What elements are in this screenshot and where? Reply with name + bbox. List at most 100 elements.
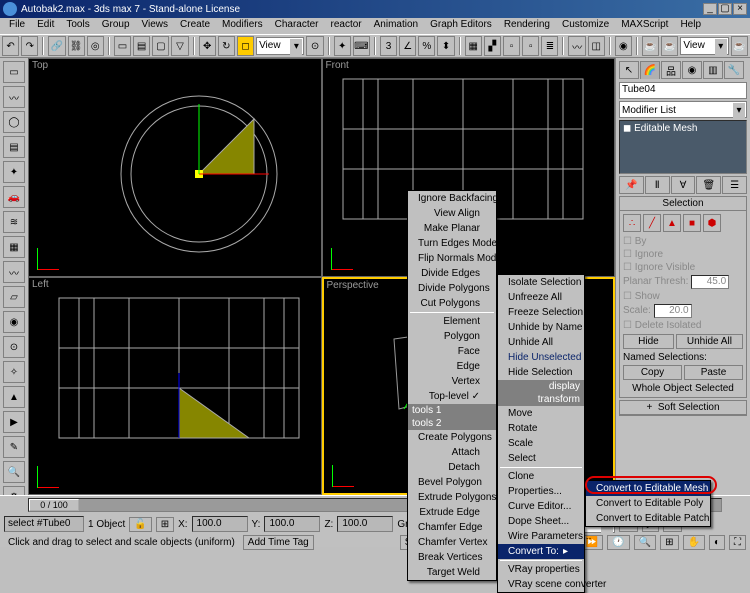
unhide-all-button[interactable]: Unhide All bbox=[676, 334, 743, 349]
menu-help[interactable]: Help bbox=[675, 18, 706, 34]
planar-thresh-field[interactable]: 45.0 bbox=[691, 275, 729, 289]
cb-ignore-visible[interactable]: ☐ Ignore Visible bbox=[623, 262, 743, 273]
array-button[interactable]: ▫ bbox=[522, 36, 539, 56]
reactor-create-icon[interactable]: ✎ bbox=[3, 436, 25, 458]
move-button[interactable]: ✥ bbox=[199, 36, 216, 56]
mi-flip-normals[interactable]: Flip Normals Mode bbox=[408, 251, 496, 266]
layer-button[interactable]: ≣ bbox=[541, 36, 558, 56]
reactor-wind-icon[interactable]: ≋ bbox=[3, 211, 25, 233]
viewport-left[interactable]: Left bbox=[28, 277, 322, 496]
mi-select[interactable]: Select bbox=[498, 451, 584, 466]
mi-scale[interactable]: Scale bbox=[498, 436, 584, 451]
scale-button[interactable]: ◻ bbox=[237, 36, 254, 56]
reactor-dash-icon[interactable]: ⊙ bbox=[3, 336, 25, 358]
mi-isolate[interactable]: Isolate Selection bbox=[498, 275, 584, 290]
link-button[interactable]: 🔗 bbox=[48, 36, 65, 56]
mi-unfreeze-all[interactable]: Unfreeze All bbox=[498, 290, 584, 305]
remove-modifier-button[interactable]: 🗑 bbox=[696, 176, 721, 194]
mi-turn-edges[interactable]: Turn Edges Mode bbox=[408, 236, 496, 251]
mi-detach[interactable]: Detach bbox=[408, 460, 496, 475]
mi-so-element[interactable]: Element bbox=[408, 314, 496, 329]
vp-pan-icon[interactable]: ✋ bbox=[683, 535, 705, 550]
reactor-preview-icon[interactable]: ▶ bbox=[3, 411, 25, 433]
mi-vray-properties[interactable]: VRay properties bbox=[498, 562, 584, 577]
mi-bevel-polygon[interactable]: Bevel Polygon bbox=[408, 475, 496, 490]
lock-selection-button[interactable]: 🔓 bbox=[129, 517, 151, 532]
snap-button[interactable]: 3 bbox=[380, 36, 397, 56]
close-button[interactable]: × bbox=[733, 3, 747, 15]
vp-arc-rotate-icon[interactable]: ◐ bbox=[709, 535, 725, 550]
tab-create-icon[interactable]: ↖ bbox=[619, 61, 639, 79]
so-element-icon[interactable]: ⬢ bbox=[703, 214, 721, 232]
time-slider-thumb[interactable]: 0 / 100 bbox=[29, 499, 79, 511]
select-name-button[interactable]: ▤ bbox=[133, 36, 150, 56]
mi-hide-unselected[interactable]: Hide Unselected bbox=[498, 350, 584, 365]
reactor-plane-icon[interactable]: ▱ bbox=[3, 286, 25, 308]
mi-convert-editable-patch[interactable]: Convert to Editable Patch bbox=[586, 511, 710, 526]
filter-button[interactable]: ▽ bbox=[171, 36, 188, 56]
bind-button[interactable]: ◎ bbox=[87, 36, 104, 56]
reactor-box-icon[interactable]: ▭ bbox=[3, 61, 25, 83]
keyboard-button[interactable]: ⌨ bbox=[353, 36, 370, 56]
tab-modify-icon[interactable]: 🌈 bbox=[640, 61, 660, 79]
center-button[interactable]: ⊙ bbox=[306, 36, 323, 56]
menu-modifiers[interactable]: Modifiers bbox=[217, 18, 268, 34]
tab-utilities-icon[interactable]: 🔧 bbox=[724, 61, 744, 79]
percent-snap-button[interactable]: % bbox=[418, 36, 435, 56]
mi-vray-scene-converter[interactable]: VRay scene converter bbox=[498, 577, 584, 592]
object-name-field[interactable]: Tube04 bbox=[619, 82, 747, 99]
stack-item-editable-mesh[interactable]: ◼ Editable Mesh bbox=[623, 123, 743, 134]
so-polygon-icon[interactable]: ■ bbox=[683, 214, 701, 232]
show-end-result-button[interactable]: Ⅱ bbox=[645, 176, 670, 194]
mi-so-toplevel[interactable]: Top-level ✓ bbox=[408, 389, 496, 404]
mi-hide-selection[interactable]: Hide Selection bbox=[498, 365, 584, 380]
time-config-button[interactable]: 🕐 bbox=[607, 535, 629, 550]
cb-ignore[interactable]: ☐ Ignore bbox=[623, 249, 743, 260]
reactor-motor-icon[interactable]: ◉ bbox=[3, 311, 25, 333]
mi-divide-polygons[interactable]: Divide Polygons bbox=[408, 281, 496, 296]
mi-make-planar[interactable]: Make Planar bbox=[408, 221, 496, 236]
mi-wire-parameters[interactable]: Wire Parameters... bbox=[498, 529, 584, 544]
reactor-sphere-icon[interactable]: ◯ bbox=[3, 111, 25, 133]
angle-snap-button[interactable]: ∠ bbox=[399, 36, 416, 56]
mi-break-vertices[interactable]: Break Vertices bbox=[408, 550, 496, 565]
tab-hierarchy-icon[interactable]: 品 bbox=[661, 61, 681, 79]
menu-tools[interactable]: Tools bbox=[61, 18, 94, 34]
mi-cut-polygons[interactable]: Cut Polygons bbox=[408, 296, 496, 311]
mi-move[interactable]: Move bbox=[498, 406, 584, 421]
select-button[interactable]: ▭ bbox=[114, 36, 131, 56]
x-field[interactable]: 100.0 bbox=[192, 516, 248, 532]
rotate-button[interactable]: ↻ bbox=[218, 36, 235, 56]
paste-button[interactable]: Paste bbox=[684, 365, 743, 380]
add-time-tag-button[interactable]: Add Time Tag bbox=[243, 535, 314, 550]
make-unique-button[interactable]: ∀ bbox=[671, 176, 696, 194]
mi-convert-to[interactable]: Convert To:▸ bbox=[498, 544, 584, 559]
reactor-fracture-icon[interactable]: ✧ bbox=[3, 361, 25, 383]
viewport-top[interactable]: Top bbox=[28, 58, 322, 277]
minimize-button[interactable]: _ bbox=[703, 3, 717, 15]
so-vertex-icon[interactable]: ∴ bbox=[623, 214, 641, 232]
mi-unhide-name[interactable]: Unhide by Name bbox=[498, 320, 584, 335]
cb-delete-isolated[interactable]: ☐ Delete Isolated bbox=[623, 320, 743, 331]
vp-zoom-icon[interactable]: 🔍 bbox=[634, 535, 656, 550]
render-scene-button[interactable]: ☕ bbox=[642, 36, 659, 56]
y-field[interactable]: 100.0 bbox=[264, 516, 320, 532]
modifier-list-dropdown[interactable]: Modifier List bbox=[619, 101, 747, 118]
menu-edit[interactable]: Edit bbox=[32, 18, 59, 34]
mirror-button[interactable]: ▞ bbox=[484, 36, 501, 56]
mi-chamfer-edge[interactable]: Chamfer Edge bbox=[408, 520, 496, 535]
nss-button[interactable]: ▦ bbox=[465, 36, 482, 56]
cb-by[interactable]: ☐ By bbox=[623, 236, 743, 247]
so-edge-icon[interactable]: ╱ bbox=[643, 214, 661, 232]
mi-so-vertex[interactable]: Vertex bbox=[408, 374, 496, 389]
mi-attach[interactable]: Attach bbox=[408, 445, 496, 460]
curve-ed-button[interactable]: 〰 bbox=[568, 36, 585, 56]
schematic-button[interactable]: ◫ bbox=[588, 36, 605, 56]
menu-maxscript[interactable]: MAXScript bbox=[616, 18, 673, 34]
render-button[interactable]: ☕ bbox=[731, 36, 748, 56]
menu-rendering[interactable]: Rendering bbox=[499, 18, 555, 34]
reactor-star-icon[interactable]: ✦ bbox=[3, 161, 25, 183]
mi-dope-sheet[interactable]: Dope Sheet... bbox=[498, 514, 584, 529]
mi-extrude-polygons[interactable]: Extrude Polygons bbox=[408, 490, 496, 505]
mi-unhide-all[interactable]: Unhide All bbox=[498, 335, 584, 350]
